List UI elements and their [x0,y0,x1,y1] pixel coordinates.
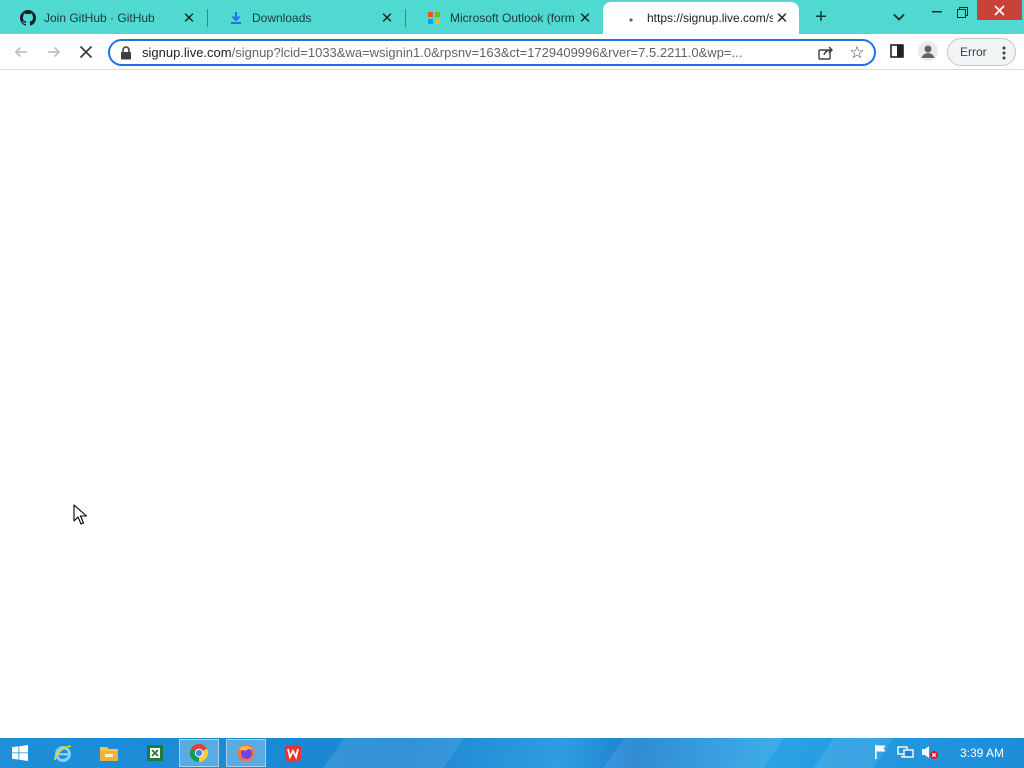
github-icon [20,10,36,26]
taskbar-chrome[interactable] [179,739,219,767]
new-tab-button[interactable]: + [809,5,833,29]
side-panel-button[interactable] [887,41,907,61]
tab-title: Microsoft Outlook (form [450,11,575,25]
start-button[interactable] [0,739,40,767]
address-url: signup.live.com/signup?lcid=1033&wa=wsig… [142,45,802,60]
taskbar: 3:39 AM [0,738,1024,768]
start-icon [12,745,28,761]
address-bar[interactable]: signup.live.com/signup?lcid=1033&wa=wsig… [108,39,876,66]
taskbar-wps-office[interactable] [273,739,313,767]
volume-tray[interactable] [921,743,939,761]
chrome-icon [189,743,209,762]
loading-spinner-icon [623,10,639,26]
taskbar-firefox[interactable] [226,739,266,767]
arrow-right-icon [48,46,61,58]
mouse-cursor-icon [73,504,88,525]
network-tray[interactable] [897,743,915,761]
profile-avatar-button[interactable] [918,41,938,61]
internet-explorer-icon [54,745,72,762]
minimize-icon [932,11,942,13]
firefox-icon [237,744,255,762]
tab-search-button[interactable] [888,6,910,28]
network-icon [897,746,914,758]
restore-icon [956,6,968,18]
taskbar-wallpaper-streak [308,738,472,768]
wps-office-icon [285,745,301,761]
forward-button[interactable] [42,40,66,64]
page-content [0,71,1024,738]
tab-title: Join GitHub · GitHub [44,11,155,25]
taskbar-wallpaper-streak [588,738,792,768]
action-center-flag[interactable] [872,743,890,761]
close-icon [79,45,93,59]
tab-title: https://signup.live.com/s [647,11,773,25]
share-icon[interactable] [816,44,836,62]
restore-button[interactable] [950,0,974,24]
chevron-down-icon [893,13,905,21]
bookmark-star-icon[interactable]: ☆ [847,43,867,63]
close-icon [994,4,1005,16]
back-button[interactable] [9,40,33,64]
tab-join-github[interactable]: Join GitHub · GitHub ✕ [0,2,206,34]
tab-close-button[interactable]: ✕ [378,9,396,27]
taskbar-excel[interactable] [135,739,175,767]
avatar-icon [921,45,935,58]
file-explorer-icon [100,747,118,761]
stop-loading-button[interactable] [74,40,98,64]
tab-strip: Join GitHub · GitHub ✕ Downloads ✕ Micro… [0,0,1024,34]
minimize-button[interactable] [924,0,950,24]
lock-icon [120,46,132,60]
profile-error-button[interactable]: Error [947,38,1016,66]
browser-toolbar: signup.live.com/signup?lcid=1033&wa=wsig… [0,34,1024,70]
url-path: /signup?lcid=1033&wa=wsignin1.0&rpsnv=16… [231,45,743,60]
tab-outlook[interactable]: Microsoft Outlook (form ✕ [406,2,602,34]
tab-close-button[interactable]: ✕ [180,9,198,27]
arrow-left-icon [14,46,27,58]
tab-close-button[interactable]: ✕ [576,9,594,27]
taskbar-file-explorer[interactable] [89,739,129,767]
excel-icon [147,745,163,761]
volume-muted-icon [922,746,938,759]
tab-signup-live[interactable]: https://signup.live.com/s ✕ [603,2,799,34]
tab-downloads[interactable]: Downloads ✕ [208,2,404,34]
taskbar-internet-explorer[interactable] [43,739,83,767]
url-host: signup.live.com [142,45,232,60]
side-panel-icon [890,44,904,58]
tab-close-button[interactable]: ✕ [773,9,791,27]
close-window-button[interactable] [977,0,1022,20]
download-icon [228,10,244,26]
tab-title: Downloads [252,11,312,25]
outlook-loading-icon [426,10,442,26]
flag-icon [875,745,886,759]
more-vert-icon [1002,46,1006,60]
error-label: Error [960,45,987,59]
taskbar-clock[interactable]: 3:39 AM [952,746,1012,760]
